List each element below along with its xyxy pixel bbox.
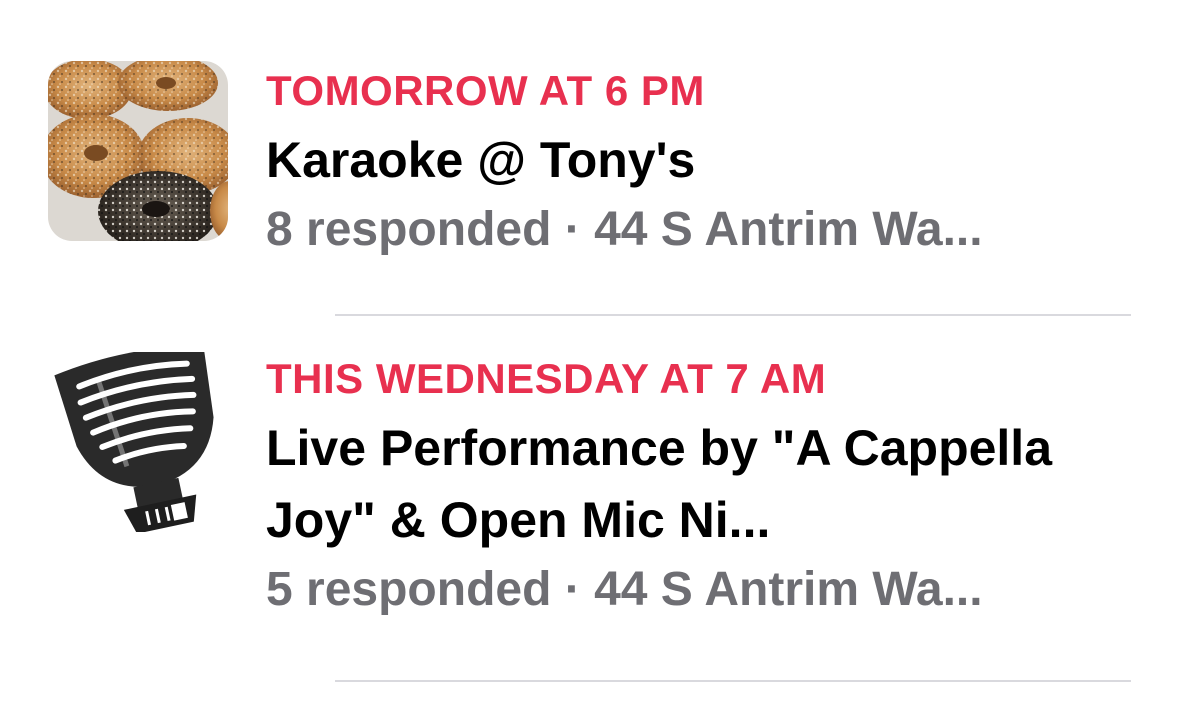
responded-count: 8 responded [266, 203, 552, 256]
events-list-page: TOMORROW AT 6 PM Karaoke @ Tony's 8 resp… [0, 0, 1179, 710]
event-text: THIS WEDNESDAY AT 7 AM Live Performance … [266, 354, 1149, 620]
event-title: Karaoke @ Tony's [266, 132, 696, 188]
event-row-karaoke[interactable]: TOMORROW AT 6 PM Karaoke @ Tony's 8 resp… [0, 0, 1179, 316]
bagels-photo-thumbnail [48, 61, 228, 241]
row-divider [335, 680, 1131, 682]
event-meta: 5 responded · 44 S Antrim Wa... [266, 560, 1149, 620]
event-meta: 8 responded · 44 S Antrim Wa... [266, 200, 1149, 260]
event-datetime: THIS WEDNESDAY AT 7 AM [266, 355, 827, 402]
microphone-thumbnail [48, 352, 228, 532]
meta-separator: · [564, 563, 581, 616]
microphone-icon [48, 352, 228, 532]
event-title: Live Performance by "A Cappella Joy" & O… [266, 420, 1053, 548]
event-row-live-performance[interactable]: THIS WEDNESDAY AT 7 AM Live Performance … [0, 316, 1179, 682]
responded-count: 5 responded [266, 563, 552, 616]
event-location: 44 S Antrim Wa... [594, 203, 983, 256]
meta-separator: · [564, 203, 581, 256]
bagels-photo-icon [48, 61, 228, 241]
event-text: TOMORROW AT 6 PM Karaoke @ Tony's 8 resp… [266, 66, 1149, 260]
event-location: 44 S Antrim Wa... [594, 563, 983, 616]
event-datetime: TOMORROW AT 6 PM [266, 67, 705, 114]
